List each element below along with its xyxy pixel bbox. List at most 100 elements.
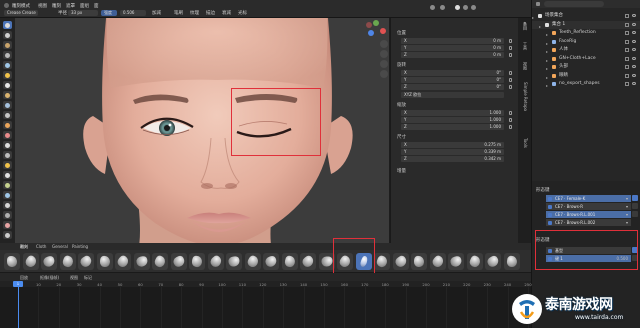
brush-thumbnail[interactable] bbox=[22, 253, 39, 270]
brush-thumbnail[interactable] bbox=[96, 253, 113, 270]
elastic-deform-tool[interactable] bbox=[3, 171, 12, 179]
overlay-icon[interactable] bbox=[430, 5, 435, 10]
layer-tool[interactable] bbox=[3, 61, 12, 69]
keying-menu[interactable]: 抠像(插帧) bbox=[40, 275, 59, 281]
brush-thumbnail[interactable] bbox=[244, 253, 261, 270]
visibility-eye-icon[interactable] bbox=[632, 56, 636, 60]
rotation-mode-dropdown[interactable]: XYZ 欧拉 bbox=[401, 92, 504, 98]
visibility-eye-icon[interactable] bbox=[632, 65, 636, 68]
smooth-tool[interactable] bbox=[3, 101, 12, 109]
brush-thumbnail[interactable] bbox=[429, 253, 446, 270]
mask-tool[interactable] bbox=[3, 231, 12, 239]
fill-tool[interactable] bbox=[3, 121, 12, 129]
visibility-eye-icon[interactable] bbox=[632, 14, 636, 17]
direction-label[interactable]: 加减 bbox=[152, 10, 161, 16]
nudge-tool[interactable] bbox=[3, 211, 12, 219]
3d-viewport[interactable] bbox=[15, 18, 389, 243]
tab-view[interactable]: 视图 bbox=[521, 62, 528, 70]
outliner-row[interactable]: ▸ no_export_shapes bbox=[532, 80, 640, 88]
tab-item[interactable]: 条目 bbox=[521, 22, 528, 30]
add-icon[interactable] bbox=[632, 195, 638, 201]
lock-icon[interactable] bbox=[509, 111, 512, 115]
tab-general[interactable]: General bbox=[52, 244, 68, 249]
brush-thumbnail[interactable] bbox=[411, 253, 427, 270]
visibility-eye-icon[interactable] bbox=[632, 39, 636, 43]
menu-sculpt[interactable]: 雕刻 bbox=[52, 3, 61, 9]
shape-key-item[interactable]: CE7 · Brows-R.L.002 ▾ bbox=[546, 219, 631, 226]
visibility-eye-icon[interactable] bbox=[632, 48, 636, 51]
brush-thumbnail[interactable] bbox=[59, 253, 76, 270]
brush-thumbnail[interactable] bbox=[4, 253, 20, 270]
chevron-down-icon[interactable] bbox=[632, 211, 638, 217]
current-frame-indicator[interactable]: 1 bbox=[13, 281, 23, 287]
playback-menu[interactable]: 回放 bbox=[20, 275, 28, 281]
render-camera-icon[interactable] bbox=[625, 31, 629, 35]
thumb-tool[interactable] bbox=[3, 191, 12, 199]
camera-icon[interactable] bbox=[380, 60, 388, 68]
shading-material-icon[interactable] bbox=[463, 5, 468, 10]
marker-menu[interactable]: 标记 bbox=[84, 275, 92, 281]
brush-name-field[interactable]: Crease Crease bbox=[4, 10, 38, 16]
outliner-row[interactable]: ▸ Teeth_Reflection bbox=[532, 29, 640, 37]
lock-icon[interactable] bbox=[509, 78, 512, 82]
gizmo-x-icon[interactable] bbox=[380, 28, 386, 34]
grid-icon[interactable] bbox=[380, 70, 388, 78]
outliner-row[interactable]: ▸ 头部 bbox=[532, 63, 640, 71]
brush-thumbnail[interactable] bbox=[189, 253, 205, 270]
gizmo-z-icon[interactable] bbox=[368, 30, 374, 36]
grab-tool[interactable] bbox=[3, 161, 12, 169]
dimension-x-field[interactable]: X 0.275 m bbox=[401, 142, 504, 148]
shape-key-item[interactable]: CE7 · Brows-R ▾ bbox=[546, 203, 631, 210]
brush-thumbnail[interactable] bbox=[78, 253, 94, 270]
visibility-eye-icon[interactable] bbox=[632, 31, 636, 34]
scale-z-field[interactable]: Z 1.000 bbox=[401, 124, 504, 130]
menu-falloff[interactable]: 衰减 bbox=[222, 10, 231, 16]
brush-thumbnail[interactable] bbox=[170, 253, 187, 270]
zoom-icon[interactable] bbox=[380, 40, 388, 48]
render-camera-icon[interactable] bbox=[625, 14, 629, 18]
draw-sharp-tool[interactable] bbox=[3, 31, 12, 39]
shading-rendered-icon[interactable] bbox=[471, 5, 476, 10]
playhead[interactable] bbox=[18, 281, 19, 328]
remove-icon[interactable] bbox=[632, 203, 638, 209]
draw-tool[interactable] bbox=[3, 21, 12, 29]
outliner-search-input[interactable] bbox=[544, 1, 604, 7]
brush-thumbnail[interactable] bbox=[226, 253, 242, 270]
render-camera-icon[interactable] bbox=[625, 22, 629, 27]
brush-thumbnail[interactable] bbox=[466, 253, 483, 270]
outliner-row[interactable]: ▸ 集合 1 bbox=[532, 20, 640, 29]
render-camera-icon[interactable] bbox=[625, 82, 629, 86]
pose-tool[interactable] bbox=[3, 201, 12, 209]
render-camera-icon[interactable] bbox=[625, 56, 629, 61]
outliner-row[interactable]: ▸ 人体 bbox=[532, 46, 640, 54]
mode-dropdown[interactable]: 雕刻模式 bbox=[12, 3, 30, 9]
shape-key-item[interactable]: CE7 · Brows-R.L.001 ▾ bbox=[546, 211, 631, 218]
menu-cursor[interactable]: 光标 bbox=[238, 10, 247, 16]
lock-icon[interactable] bbox=[509, 85, 512, 89]
brush-thumbnail[interactable] bbox=[374, 253, 390, 270]
shading-solid-icon[interactable] bbox=[455, 5, 460, 10]
lock-icon[interactable] bbox=[509, 71, 512, 75]
rotation-y-field[interactable]: Y 0° bbox=[401, 77, 504, 83]
filter-icon[interactable] bbox=[536, 2, 540, 6]
outliner-row[interactable]: ▸ 眼睛 bbox=[532, 72, 640, 80]
brush-thumbnail[interactable] bbox=[133, 253, 150, 270]
lock-icon[interactable] bbox=[509, 125, 512, 129]
lock-icon[interactable] bbox=[509, 46, 512, 50]
strength-field[interactable]: 0.506 bbox=[120, 10, 146, 16]
render-camera-icon[interactable] bbox=[625, 73, 629, 78]
shape-key-item[interactable]: CE7 · Female-K ▾ bbox=[546, 195, 631, 202]
location-x-field[interactable]: X0 m bbox=[401, 38, 504, 44]
menu-mask[interactable]: 遮罩 bbox=[66, 3, 75, 9]
expand-arrow-icon[interactable]: ▸ bbox=[546, 82, 548, 90]
brush-thumbnail[interactable] bbox=[207, 253, 224, 270]
timeline-area[interactable] bbox=[0, 287, 531, 328]
gizmo-neg-x-icon[interactable] bbox=[366, 22, 372, 28]
visibility-eye-icon[interactable] bbox=[632, 73, 636, 77]
snake-hook-tool[interactable] bbox=[3, 181, 12, 189]
rotate-tool[interactable] bbox=[3, 221, 12, 229]
delta-transform-heading[interactable]: 增量 bbox=[397, 168, 406, 174]
radius-field[interactable]: 33 px bbox=[68, 10, 98, 16]
navigation-gizmo[interactable] bbox=[358, 18, 390, 98]
menu-face[interactable]: 面 bbox=[94, 3, 99, 9]
